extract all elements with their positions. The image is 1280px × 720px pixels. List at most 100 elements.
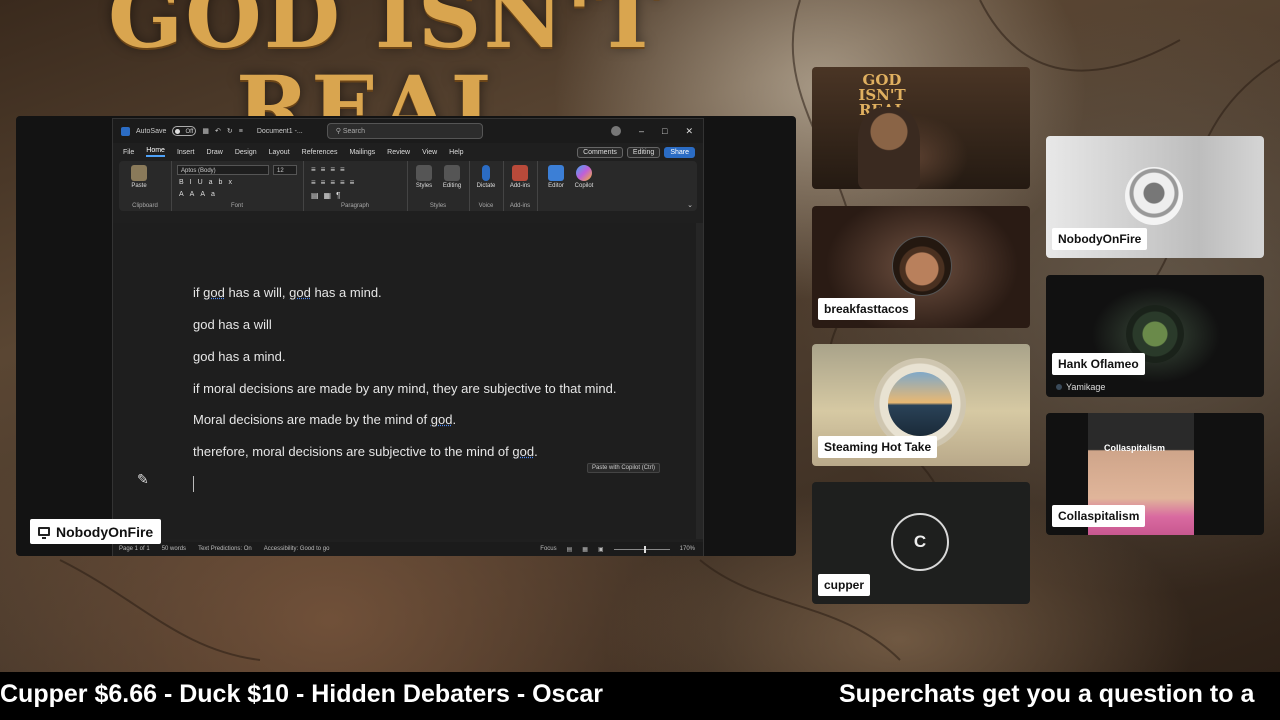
copilot-draft-icon[interactable]: ✎ <box>137 471 153 487</box>
collapse-ribbon-icon[interactable]: ⌄ <box>687 201 693 209</box>
maximize-icon[interactable]: □ <box>662 126 667 137</box>
participant-name: NobodyOnFire <box>1052 228 1148 250</box>
minimize-icon[interactable]: – <box>639 126 644 137</box>
search-placeholder: Search <box>342 128 366 135</box>
tab-file[interactable]: File <box>123 149 134 156</box>
tab-home[interactable]: Home <box>146 147 165 157</box>
styles-label: Styles <box>415 183 433 189</box>
editor-label: Editor <box>548 183 564 189</box>
close-icon[interactable]: ✕ <box>685 126 693 137</box>
participant-subtitle-text: Yamikage <box>1066 382 1106 392</box>
save-icon[interactable]: ▦ <box>202 127 209 135</box>
donation-ticker: Cupper $6.66 - Duck $10 - Hidden Debater… <box>0 672 1280 720</box>
paragraph-mark-icon[interactable]: ▤▦¶ <box>311 191 345 200</box>
clipboard-group: Paste Clipboard <box>119 161 172 211</box>
paste-with-copilot-button[interactable]: Paste with Copilot (Ctrl) <box>587 463 661 473</box>
document-line-6[interactable]: therefore, moral decisions are subjectiv… <box>193 444 538 459</box>
tab-mailings[interactable]: Mailings <box>349 149 375 156</box>
zoom-slider[interactable] <box>613 545 670 553</box>
editor-button[interactable]: Editor <box>543 165 569 189</box>
tab-view[interactable]: View <box>422 149 437 156</box>
text-predictions-status[interactable]: Text Predictions: On <box>198 546 252 552</box>
document-line-2[interactable]: god has a will <box>193 317 272 332</box>
editor-icon <box>548 165 564 181</box>
print-layout-icon[interactable]: ▦ <box>582 546 588 553</box>
document-canvas[interactable]: if god has a will, god has a mind. god h… <box>113 223 703 539</box>
redo-icon[interactable]: ↻ <box>227 127 233 135</box>
participant-tile-breakfasttacos[interactable]: breakfasttacos <box>812 206 1030 328</box>
document-line-4[interactable]: if moral decisions are made by any mind,… <box>193 381 616 396</box>
list-icons[interactable]: ≡≡≡≡ <box>311 165 350 174</box>
text-cursor <box>193 476 194 492</box>
accessibility-status[interactable]: Accessibility: Good to go <box>264 546 330 552</box>
page-count[interactable]: Page 1 of 1 <box>119 546 150 552</box>
participant-tile-poster[interactable]: GOD ISN'T REAL <box>812 67 1030 189</box>
autosave-toggle[interactable]: Off <box>172 126 197 136</box>
voice-group-label: Voice <box>478 203 494 209</box>
participant-tile-cupper[interactable]: C cupper <box>812 482 1030 604</box>
share-button[interactable]: Share <box>664 146 695 158</box>
addins-button[interactable]: Add-ins <box>507 165 533 189</box>
editing-button[interactable]: Editing <box>439 165 465 189</box>
addins-group: Add-ins Add-ins <box>503 161 538 211</box>
screen-share-icon <box>38 527 50 539</box>
customize-qat-icon[interactable]: ≡ <box>239 128 243 135</box>
document-line-1[interactable]: if god has a will, god has a mind. <box>193 285 382 300</box>
dictate-button[interactable]: Dictate <box>473 165 499 189</box>
zoom-level[interactable]: 170% <box>680 546 695 552</box>
tab-help[interactable]: Help <box>449 149 463 156</box>
avatar <box>892 236 952 296</box>
tab-draw[interactable]: Draw <box>206 149 222 156</box>
tab-layout[interactable]: Layout <box>269 149 290 156</box>
dictate-label: Dictate <box>476 183 496 189</box>
styles-group: Styles Editing Styles <box>407 161 470 211</box>
vertical-scrollbar[interactable] <box>696 223 703 539</box>
participant-name: cupper <box>818 574 871 596</box>
font-format-icons[interactable]: BIUabx <box>179 179 238 186</box>
styles-icon <box>416 165 432 181</box>
presenter-name-badge: NobodyOnFire <box>30 519 162 544</box>
paste-icon <box>131 165 147 181</box>
participant-name: Hank Oflameo <box>1052 353 1145 375</box>
participant-tile-steaming-hot-take[interactable]: Steaming Hot Take <box>812 344 1030 466</box>
ticker-text-right: Superchats get you a question to a <box>839 680 1255 708</box>
autosave-label: AutoSave <box>136 127 167 135</box>
font-name-select[interactable]: Aptos (Body) <box>177 165 269 175</box>
word-app-icon <box>121 126 130 136</box>
tab-references[interactable]: References <box>302 149 338 156</box>
microphone-icon <box>482 165 490 181</box>
participant-tile-nobodyonfire[interactable]: NobodyOnFire <box>1046 136 1264 258</box>
editing-mode-button[interactable]: Editing <box>626 146 661 158</box>
account-avatar[interactable] <box>611 125 621 136</box>
runner-image <box>858 107 920 189</box>
tab-insert[interactable]: Insert <box>177 149 195 156</box>
tab-review[interactable]: Review <box>387 149 410 156</box>
undo-icon[interactable]: ↶ <box>215 127 221 135</box>
copilot-button[interactable]: Copilot <box>571 165 597 189</box>
addins-group-label: Add-ins <box>509 203 531 209</box>
word-count[interactable]: 50 words <box>162 546 186 552</box>
comments-button[interactable]: Comments <box>577 146 623 158</box>
web-layout-icon[interactable]: ▣ <box>598 546 604 553</box>
screen-share: AutoSave Off ▦ ↶ ↻ ≡ Document1 -... ⚲ Se… <box>16 116 796 556</box>
document-line-5[interactable]: Moral decisions are made by the mind of … <box>193 412 456 427</box>
read-mode-icon[interactable]: ▤ <box>567 546 573 553</box>
addins-label: Add-ins <box>509 183 531 189</box>
font-color-icons[interactable]: AAAa <box>179 191 221 198</box>
participant-tile-hank-oflameo[interactable]: Hank Oflameo Yamikage <box>1046 275 1264 397</box>
font-size-select[interactable]: 12 <box>273 165 297 175</box>
title-bar: AutoSave Off ▦ ↶ ↻ ≡ Document1 -... ⚲ Se… <box>113 119 703 143</box>
avatar <box>888 372 952 436</box>
focus-button[interactable]: Focus <box>540 546 556 552</box>
participant-tile-collapsitalism[interactable]: Collaspitalism Collaspitalism <box>1046 413 1264 535</box>
styles-button[interactable]: Styles <box>411 165 437 189</box>
voice-group: Dictate Voice <box>469 161 504 211</box>
profile-overlay-text: Collaspitalism <box>1104 443 1166 453</box>
search-input[interactable]: ⚲ Search <box>326 123 483 139</box>
paste-button[interactable]: Paste <box>127 165 151 189</box>
document-line-3[interactable]: god has a mind. <box>193 349 286 364</box>
font-group: Aptos (Body) 12 BIUabx AAAa Font <box>171 161 304 211</box>
paragraph-group: ≡≡≡≡ ≡≡≡≡≡ ▤▦¶ Paragraph <box>303 161 408 211</box>
align-icons[interactable]: ≡≡≡≡≡ <box>311 178 359 187</box>
tab-design[interactable]: Design <box>235 149 257 156</box>
